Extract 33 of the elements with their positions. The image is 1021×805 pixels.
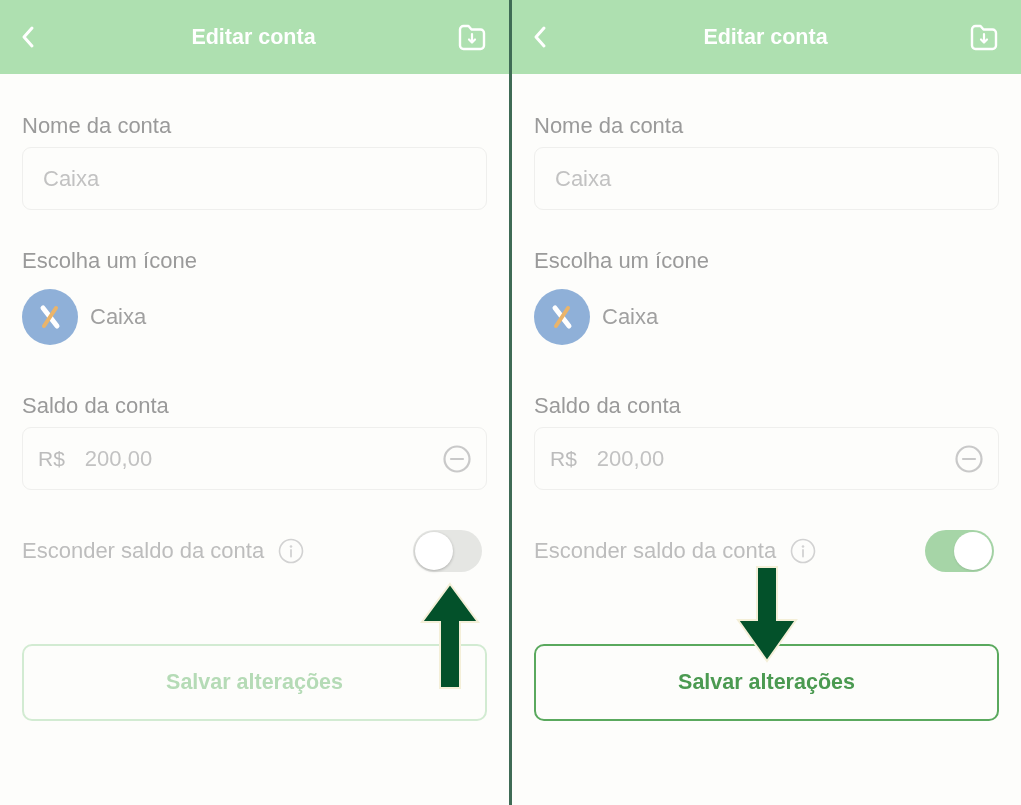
- account-name-field[interactable]: Caixa: [22, 147, 487, 210]
- screen-title: Editar conta: [191, 24, 316, 50]
- toggle-switch[interactable]: [925, 530, 994, 572]
- minus-circle-icon[interactable]: [442, 443, 472, 474]
- balance-field[interactable]: R$ 200,00: [22, 427, 487, 490]
- icon-name: Caixa: [90, 304, 147, 330]
- folder-download-icon[interactable]: [969, 22, 999, 52]
- x-mark-circle-icon[interactable]: [534, 289, 590, 345]
- balance-value: 200,00: [84, 445, 154, 472]
- field-label: Nome da conta: [22, 115, 173, 137]
- back-icon[interactable]: [20, 25, 36, 49]
- balance-value: 200,00: [596, 445, 666, 472]
- field-label: Escolha um ícone: [22, 250, 198, 272]
- field-label: Saldo da conta: [22, 395, 170, 417]
- back-icon[interactable]: [532, 25, 548, 49]
- toggle-label: Esconder saldo da conta: [534, 538, 777, 564]
- field-label: Saldo da conta: [534, 395, 682, 417]
- info-icon[interactable]: [278, 538, 305, 564]
- field-label: Escolha um ícone: [534, 250, 710, 272]
- x-mark-circle-icon[interactable]: [22, 289, 78, 345]
- account-name-field[interactable]: Caixa: [534, 147, 999, 210]
- field-label: Nome da conta: [534, 115, 685, 137]
- toggle-switch[interactable]: [413, 530, 482, 572]
- toggle-label: Esconder saldo da conta: [22, 538, 265, 564]
- balance-field[interactable]: R$ 200,00: [534, 427, 999, 490]
- screen-title: Editar conta: [703, 24, 828, 50]
- minus-circle-icon[interactable]: [954, 443, 984, 474]
- save-button[interactable]: Salvar alterações: [534, 644, 999, 721]
- currency-prefix: R$: [550, 446, 577, 471]
- currency-prefix: R$: [38, 446, 65, 471]
- icon-name: Caixa: [602, 304, 659, 330]
- info-icon[interactable]: [790, 538, 817, 564]
- folder-download-icon[interactable]: [457, 22, 487, 52]
